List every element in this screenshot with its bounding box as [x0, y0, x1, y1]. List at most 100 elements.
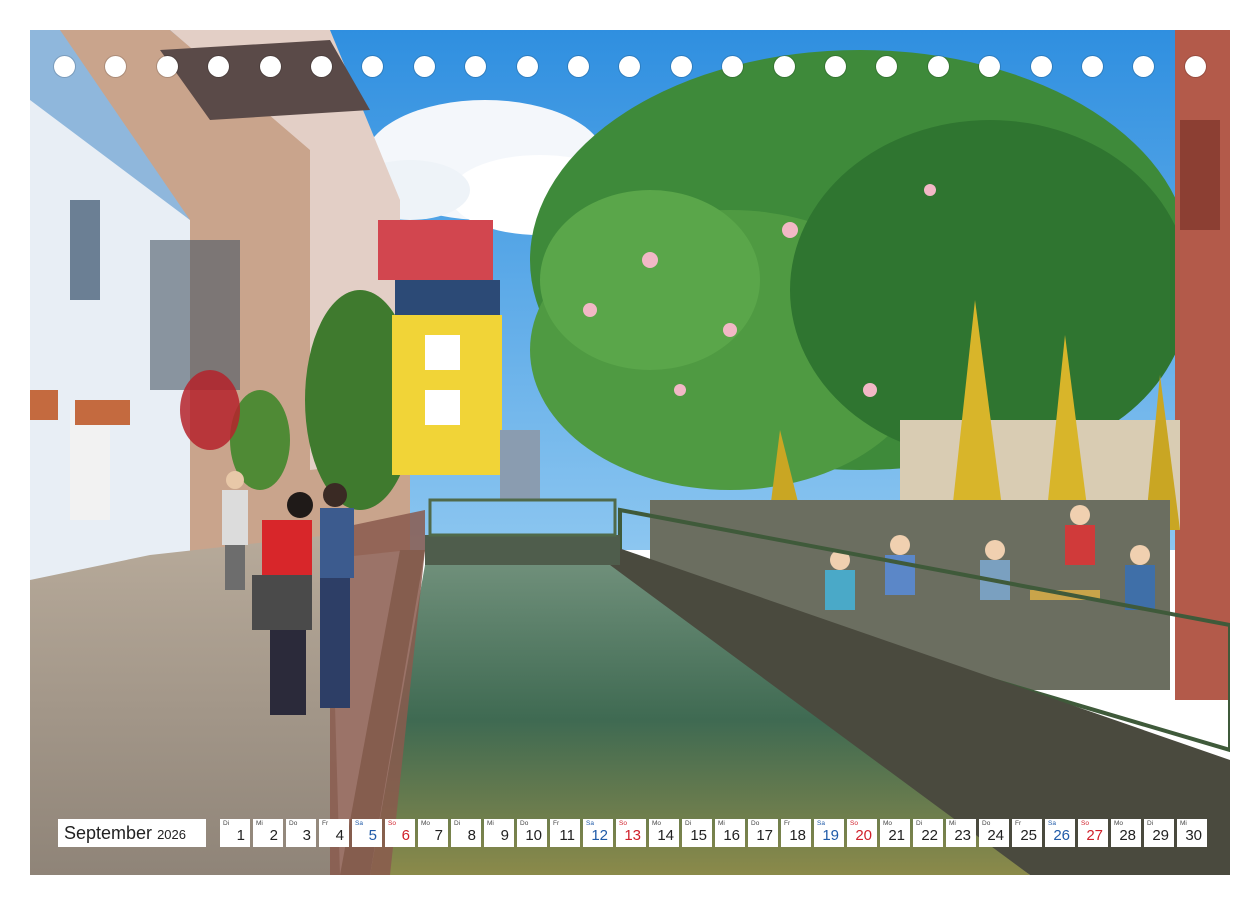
day-cell: Fr 4 [319, 819, 349, 847]
day-cell: Sa 26 [1045, 819, 1075, 847]
weekday-abbrev: Do [520, 820, 529, 827]
day-number: 24 [987, 827, 1004, 844]
month-label-box: September 2026 [58, 819, 206, 847]
day-cell: So 27 [1078, 819, 1108, 847]
weekday-abbrev: So [850, 820, 858, 827]
day-number: 8 [467, 827, 476, 844]
day-number: 14 [657, 827, 674, 844]
weekday-abbrev: Mi [949, 820, 956, 827]
day-cell: Mi 2 [253, 819, 283, 847]
weekday-abbrev: Mi [487, 820, 494, 827]
weekday-abbrev: Mi [256, 820, 263, 827]
weekday-abbrev: So [388, 820, 396, 827]
day-number: 20 [855, 827, 872, 844]
day-cell: Sa 5 [352, 819, 382, 847]
day-cell: So 6 [385, 819, 415, 847]
day-cell: Di 15 [682, 819, 712, 847]
day-cell: Di 1 [220, 819, 250, 847]
day-number: 11 [559, 827, 575, 844]
day-number: 30 [1185, 827, 1202, 844]
day-number: 4 [335, 827, 344, 844]
day-cell: Do 3 [286, 819, 316, 847]
binding-hole [670, 56, 692, 77]
day-number: 25 [1020, 827, 1037, 844]
day-cell: Do 10 [517, 819, 547, 847]
weekday-abbrev: Mo [652, 820, 662, 827]
weekday-abbrev: Mo [883, 820, 893, 827]
binding-hole [259, 56, 281, 77]
day-cell: Mo 7 [418, 819, 448, 847]
weekday-abbrev: Fr [784, 820, 791, 827]
binding-hole [1184, 56, 1206, 77]
binding-hole [1030, 56, 1052, 77]
weekday-abbrev: Mi [1180, 820, 1187, 827]
day-cell: Di 22 [913, 819, 943, 847]
weekday-abbrev: Sa [1048, 820, 1056, 827]
weekday-abbrev: Fr [322, 820, 329, 827]
day-number: 21 [888, 827, 905, 844]
day-number: 7 [434, 827, 443, 844]
weekday-abbrev: Mi [718, 820, 725, 827]
weekday-abbrev: Di [223, 820, 230, 827]
day-number: 2 [269, 827, 278, 844]
day-cell: Sa 19 [814, 819, 844, 847]
weekday-abbrev: Mo [421, 820, 431, 827]
day-number: 13 [624, 827, 641, 844]
weekday-abbrev: Di [685, 820, 692, 827]
day-number: 16 [723, 827, 740, 844]
binding-hole [156, 56, 178, 77]
binding-hole [413, 56, 435, 77]
day-number: 12 [591, 827, 608, 844]
day-cell: Mi 9 [484, 819, 514, 847]
weekday-abbrev: So [619, 820, 627, 827]
day-cell: Mo 21 [880, 819, 910, 847]
day-cell: Mi 30 [1177, 819, 1207, 847]
day-number: 9 [500, 827, 509, 844]
day-number: 28 [1119, 827, 1136, 844]
day-number: 15 [690, 827, 707, 844]
day-cell: Di 8 [451, 819, 481, 847]
day-cell: So 20 [847, 819, 877, 847]
weekday-abbrev: Fr [1015, 820, 1022, 827]
weekday-abbrev: Di [916, 820, 923, 827]
day-number: 26 [1053, 827, 1070, 844]
day-number: 1 [236, 827, 245, 844]
day-number: 29 [1152, 827, 1169, 844]
day-cell: Do 24 [979, 819, 1009, 847]
day-number: 10 [525, 827, 542, 844]
day-cell: Fr 25 [1012, 819, 1042, 847]
day-list: Di 1 Mi 2 Do 3 Fr 4 Sa 5 So 6 Mo 7 Di 8 Mi 9 Do 10 Fr 11 Sa 12 S… [220, 819, 1210, 847]
weekday-abbrev: Do [982, 820, 991, 827]
day-cell: Fr 11 [550, 819, 580, 847]
weekday-abbrev: Mo [1114, 820, 1124, 827]
day-number: 22 [921, 827, 938, 844]
day-cell: So 13 [616, 819, 646, 847]
day-cell: Fr 18 [781, 819, 811, 847]
month-year: 2026 [157, 827, 186, 842]
weekday-abbrev: Sa [355, 820, 363, 827]
binding-hole [773, 56, 795, 77]
binding-hole [568, 56, 589, 77]
weekday-abbrev: Fr [553, 820, 560, 827]
day-cell: Do 17 [748, 819, 778, 847]
day-number: 18 [789, 827, 806, 844]
weekday-abbrev: Do [751, 820, 760, 827]
day-cell: Di 29 [1144, 819, 1174, 847]
day-cell: Sa 12 [583, 819, 613, 847]
day-number: 5 [368, 827, 377, 844]
day-cell: Mi 16 [715, 819, 745, 847]
day-number: 19 [822, 827, 839, 844]
binding-hole [54, 56, 75, 77]
binding-hole [516, 56, 538, 77]
day-cell: Mo 14 [649, 819, 679, 847]
weekday-abbrev: Sa [817, 820, 825, 827]
day-cell: Mi 23 [946, 819, 976, 847]
weekday-abbrev: Di [454, 820, 461, 827]
binding-hole [927, 56, 949, 77]
binding-hole [825, 56, 846, 77]
day-number: 6 [401, 827, 410, 844]
calendar-photo [30, 30, 1230, 875]
month-name: September [64, 822, 153, 843]
weekday-abbrev: So [1081, 820, 1089, 827]
day-number: 23 [954, 827, 971, 844]
